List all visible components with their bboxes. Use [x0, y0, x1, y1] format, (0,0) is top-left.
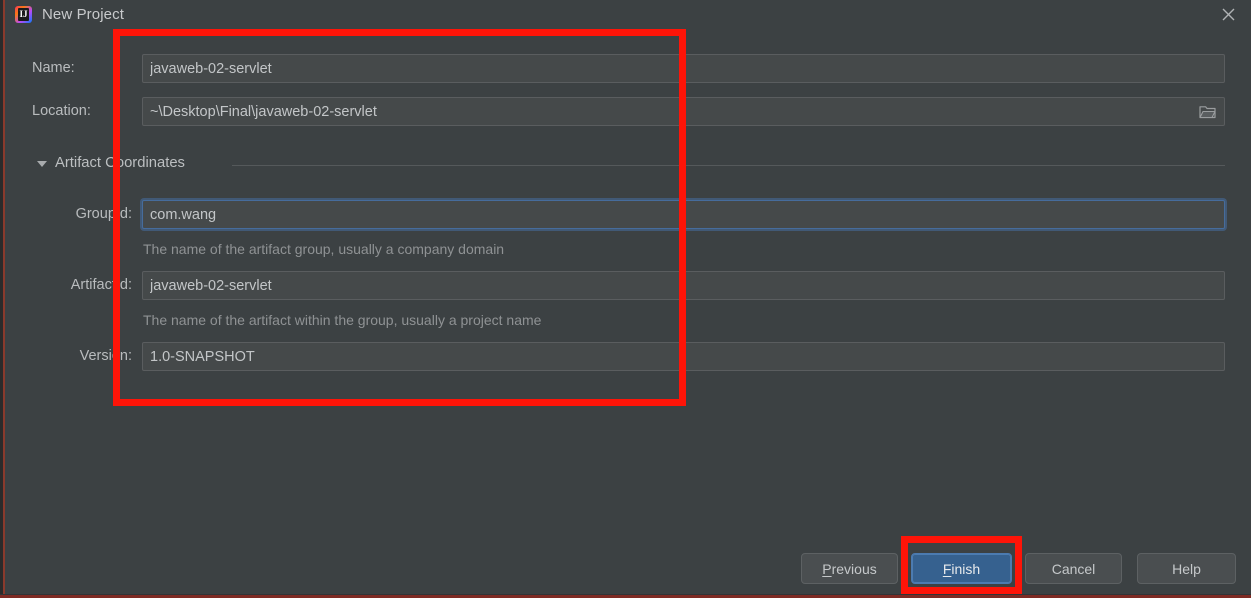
close-button[interactable] [1205, 0, 1251, 29]
help-button[interactable]: Help [1137, 553, 1236, 584]
section-divider [232, 165, 1225, 166]
groupid-hint: The name of the artifact group, usually … [143, 241, 505, 257]
artifact-coordinates-section-header[interactable]: Artifact Coordinates [32, 155, 1225, 175]
name-input-value: javaweb-02-servlet [150, 60, 272, 77]
previous-button-rest: revious [831, 560, 877, 577]
groupid-input[interactable]: com.wang [142, 200, 1225, 229]
name-label: Name: [32, 60, 75, 76]
title-bar: IJ New Project [5, 0, 1251, 29]
intellij-idea-icon: IJ [15, 6, 32, 23]
location-input[interactable]: ~\Desktop\Final\javaweb-02-servlet [142, 97, 1225, 126]
finish-button[interactable]: Finish [911, 553, 1012, 584]
intellij-idea-icon-letters: IJ [18, 8, 29, 21]
groupid-input-value: com.wang [150, 206, 217, 223]
previous-button-mnemonic: P [822, 560, 832, 577]
finish-button-rest: inish [951, 560, 981, 577]
artifactid-hint: The name of the artifact within the grou… [143, 312, 542, 328]
artifactid-input[interactable]: javaweb-02-servlet [142, 271, 1225, 300]
cancel-button-label: Cancel [1051, 560, 1096, 577]
new-project-dialog: IJ New Project Name: javaweb-02-servlet … [0, 0, 1251, 598]
chevron-down-icon [37, 161, 47, 167]
location-input-value: ~\Desktop\Final\javaweb-02-servlet [150, 103, 377, 120]
version-label: Version: [79, 348, 132, 364]
cancel-button[interactable]: Cancel [1025, 553, 1122, 584]
previous-button[interactable]: Previous [801, 553, 898, 584]
help-button-label: Help [1172, 560, 1201, 577]
name-input[interactable]: javaweb-02-servlet [142, 54, 1225, 83]
artifact-coordinates-title: Artifact Coordinates [55, 155, 185, 171]
folder-icon[interactable] [1197, 102, 1217, 122]
artifactid-label: ArtifactId: [70, 277, 132, 293]
window-left-accent [3, 0, 5, 598]
location-label: Location: [32, 103, 91, 119]
groupid-label: GroupId: [75, 206, 132, 222]
close-icon [1221, 7, 1236, 22]
version-input[interactable]: 1.0-SNAPSHOT [142, 342, 1225, 371]
artifactid-input-value: javaweb-02-servlet [150, 277, 272, 294]
finish-button-label: Finish [943, 561, 980, 577]
window-title: New Project [42, 6, 124, 23]
version-input-value: 1.0-SNAPSHOT [150, 348, 255, 365]
previous-button-label: Previous [822, 561, 876, 577]
